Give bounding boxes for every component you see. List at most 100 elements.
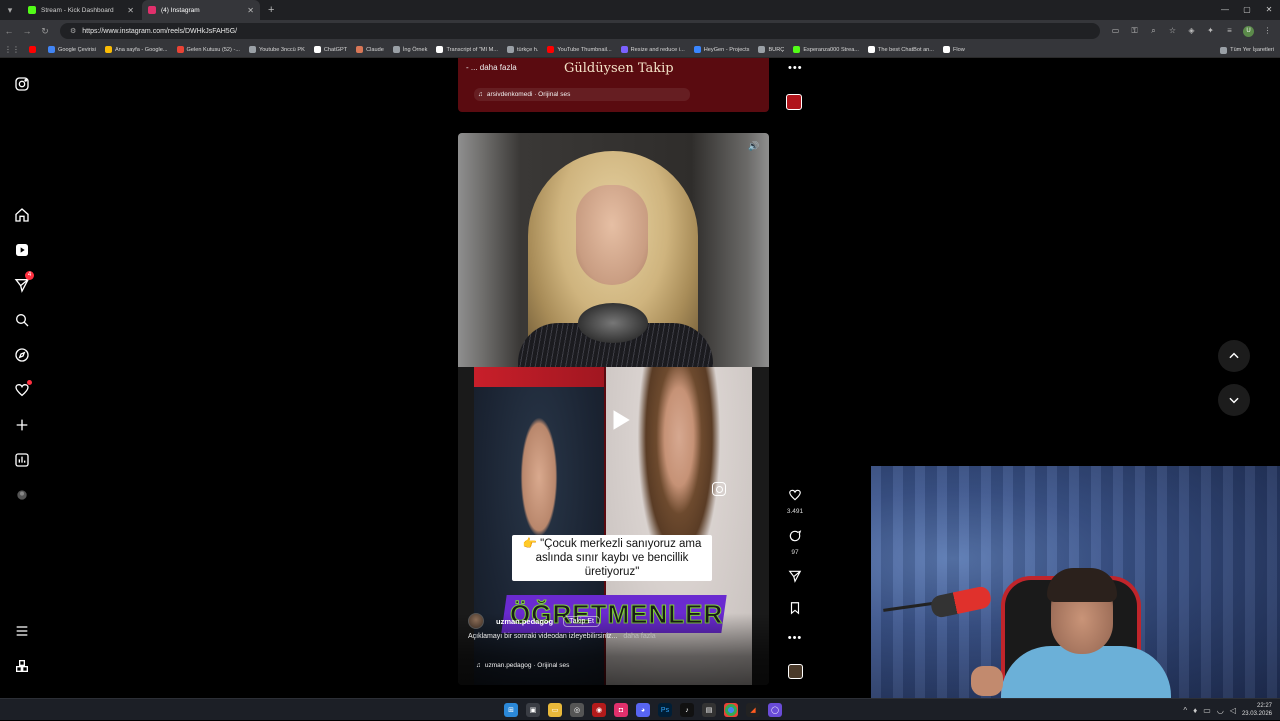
author-username[interactable]: uzman.pedagog — [496, 617, 553, 626]
previous-reel-audio[interactable]: ♫ arsivdenkomedi · Orijinal ses — [474, 88, 690, 101]
bookmark-item[interactable]: YouTube Thumbnail... — [547, 46, 612, 53]
share-button[interactable] — [782, 569, 808, 588]
also-from-meta-icon[interactable] — [12, 656, 32, 676]
bookmark-item[interactable]: Claude — [356, 46, 384, 53]
more-options-icon[interactable]: ••• — [782, 632, 808, 644]
photoshop-icon[interactable]: Ps — [658, 703, 672, 717]
previous-reel-overlay-text: Güldüysen Takip — [564, 61, 674, 76]
more-menu-icon[interactable] — [12, 621, 32, 641]
clock[interactable]: 22:27 23.03.2026 — [1242, 702, 1272, 718]
display-icon[interactable]: ▭ — [1203, 706, 1211, 715]
browser-menu-icon[interactable]: ⋮ — [1258, 26, 1277, 37]
extensions-puzzle-icon[interactable]: ✦ — [1201, 26, 1220, 37]
obs-icon[interactable]: ◯ — [768, 703, 782, 717]
like-button[interactable]: 3.491 — [782, 488, 808, 515]
dashboard-icon[interactable] — [12, 450, 32, 470]
bookmark-item[interactable]: Transcript of "MI M... — [436, 46, 498, 53]
profile-avatar[interactable]: U — [1243, 25, 1254, 37]
streamer-hand — [971, 666, 1003, 696]
cast-icon[interactable]: ▭ — [1106, 26, 1125, 37]
bookmark-item[interactable]: türkçe h. — [506, 46, 538, 53]
windows-start-icon[interactable]: ⊞ — [504, 703, 518, 717]
url-field[interactable]: ⚙ https://www.instagram.com/reels/DWHkJs… — [60, 23, 1100, 39]
zoom-icon[interactable]: ⌕ — [1144, 26, 1163, 37]
app-icon[interactable]: ◢ — [746, 703, 760, 717]
bookmark-item[interactable]: Google Çevirisi — [48, 46, 96, 53]
bookmark-item[interactable]: Flow — [942, 46, 965, 53]
save-button[interactable] — [782, 601, 808, 620]
bookmark-item[interactable]: The best ChatBot an... — [867, 46, 934, 53]
tab-kick-dashboard[interactable]: Stream - Kick Dashboard ✕ — [22, 0, 140, 20]
reels-icon[interactable] — [12, 240, 32, 260]
comment-button[interactable]: 97 — [782, 529, 808, 556]
bookmark-youtube[interactable] — [29, 46, 39, 53]
bookmark-item[interactable]: İng Örnek — [392, 46, 427, 53]
media-icon[interactable]: ≡ — [1220, 26, 1239, 37]
reel-video[interactable]: 🔊 👉 "Çocuk merkezli sanıyoruz ama aslınd… — [458, 133, 769, 685]
bookmark-item[interactable]: Youtube 3nccü PK — [248, 46, 305, 53]
previous-reel[interactable]: - ... daha fazla Güldüysen Takip ♫ arsiv… — [458, 58, 769, 112]
author-avatar[interactable] — [468, 613, 484, 629]
follow-button[interactable]: Takip Et — [563, 615, 600, 627]
home-icon[interactable] — [12, 205, 32, 225]
task-view-icon[interactable]: ▣ — [526, 703, 540, 717]
tab-instagram[interactable]: (4) Instagram ✕ — [142, 0, 260, 20]
audio-thumbnail[interactable] — [782, 664, 808, 679]
bookmark-label: Youtube 3nccü PK — [258, 46, 305, 53]
search-icon[interactable] — [12, 310, 32, 330]
previous-reel-more-text[interactable]: - ... daha fazla — [466, 63, 517, 72]
back-icon[interactable]: ← — [0, 26, 18, 36]
site-info-icon[interactable]: ⚙ — [70, 27, 76, 35]
tab-search-icon[interactable]: ▾ — [0, 0, 20, 20]
caption-more-link[interactable]: daha fazla — [623, 633, 655, 640]
bookmark-item[interactable]: Esperanza000 Strea... — [793, 46, 859, 53]
app-icon[interactable]: ◎ — [570, 703, 584, 717]
tiktok-icon[interactable]: ♪ — [680, 703, 694, 717]
app-icon[interactable]: ◉ — [592, 703, 606, 717]
close-tab-icon[interactable]: ✕ — [247, 6, 254, 15]
previous-reel-audio-thumbnail[interactable] — [786, 94, 802, 110]
messages-icon[interactable]: 4 — [12, 271, 34, 295]
maximize-icon[interactable]: ▢ — [1236, 0, 1258, 20]
chrome-icon[interactable] — [724, 703, 738, 717]
reload-icon[interactable]: ↻ — [36, 26, 54, 37]
bookmark-star-icon[interactable]: ☆ — [1163, 26, 1182, 37]
minimize-icon[interactable]: — — [1214, 0, 1236, 20]
bookmark-item[interactable]: BURÇ — [758, 46, 784, 53]
close-window-icon[interactable]: ✕ — [1258, 0, 1280, 20]
volume-tray-icon[interactable]: ◁ — [1230, 706, 1236, 715]
apps-grid-icon[interactable]: ⋮⋮ — [4, 45, 20, 54]
create-plus-icon[interactable] — [12, 415, 32, 435]
previous-reel-more-options-icon[interactable]: ••• — [788, 62, 803, 74]
bookmark-item[interactable]: Resize and reduce i... — [620, 46, 685, 53]
all-bookmarks[interactable]: Tüm Yer İşaretleri — [1220, 42, 1274, 58]
volume-icon[interactable]: 🔊 — [747, 141, 761, 155]
app-icon[interactable]: ▤ — [702, 703, 716, 717]
explore-compass-icon[interactable] — [12, 345, 32, 365]
bookmark-item[interactable]: Ana sayfa - Google... — [104, 46, 168, 53]
notifications-heart-icon[interactable] — [12, 380, 32, 400]
mic-tray-icon[interactable]: ♦ — [1193, 706, 1197, 715]
previous-reel-button[interactable] — [1218, 340, 1250, 372]
browser-tab-bar: ▾ Stream - Kick Dashboard ✕ (4) Instagra… — [0, 0, 1280, 20]
close-tab-icon[interactable]: ✕ — [127, 6, 134, 15]
discord-icon[interactable]: ◕ — [636, 703, 650, 717]
next-reel-button[interactable] — [1218, 384, 1250, 416]
play-icon[interactable] — [607, 407, 633, 433]
file-explorer-icon[interactable]: ▭ — [548, 703, 562, 717]
password-key-icon[interactable]: ⚿ — [1125, 26, 1144, 37]
sidebar: 4 — [0, 58, 44, 698]
instagram-logo-icon[interactable] — [12, 74, 32, 94]
tray-chevron-icon[interactable]: ^ — [1183, 706, 1187, 715]
instagram-app-icon[interactable]: ◘ — [614, 703, 628, 717]
bookmark-item[interactable]: Gelen Kutusu (52) -... — [176, 46, 240, 53]
reel-audio[interactable]: ♫ uzman.pedagog · Orijinal ses — [476, 659, 692, 671]
extension-icon[interactable]: ◈ — [1182, 26, 1201, 37]
bookmark-item[interactable]: HeyGen - Projects — [693, 46, 749, 53]
new-tab-icon[interactable]: + — [268, 4, 274, 16]
forward-icon[interactable]: → — [18, 26, 36, 36]
reel-caption[interactable]: Açıklamayı bir sonraki videodan izleyebi… — [468, 633, 656, 640]
profile-icon[interactable] — [12, 485, 32, 505]
network-icon[interactable]: ◡ — [1217, 706, 1224, 715]
bookmark-item[interactable]: ChatGPT — [313, 46, 347, 53]
